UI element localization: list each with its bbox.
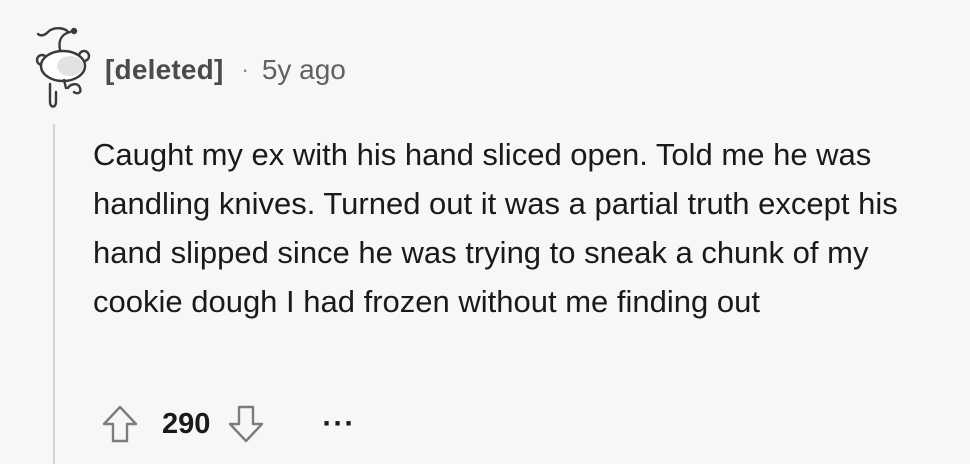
comment-meta: [deleted] · 5y ago [105, 50, 346, 90]
thread-line[interactable] [53, 124, 55, 464]
comment-body: Caught my ex with his hand sliced open. … [93, 137, 898, 319]
comment-timestamp[interactable]: 5y ago [262, 50, 346, 90]
downvote-icon[interactable] [226, 402, 266, 446]
upvote-icon[interactable] [100, 402, 140, 446]
vote-score: 290 [162, 408, 211, 440]
more-options-button[interactable]: ··· [322, 402, 355, 446]
author-name[interactable]: [deleted] [105, 50, 223, 90]
meta-separator: · [241, 57, 249, 82]
deleted-user-avatar-icon[interactable] [30, 22, 96, 110]
comment-actions: 290 ··· [100, 402, 355, 446]
